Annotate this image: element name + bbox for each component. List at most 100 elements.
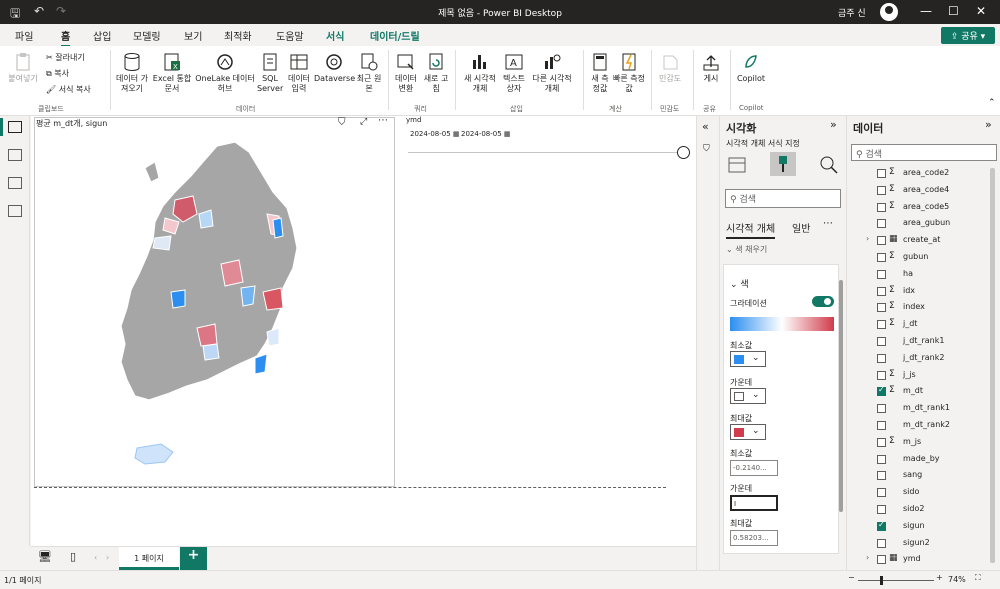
min-color-picker[interactable]: ⌄	[730, 351, 766, 367]
fit-page-icon[interactable]: ⛶	[975, 573, 981, 583]
collapse-data-icon[interactable]: »	[985, 118, 992, 131]
field-checkbox[interactable]	[877, 236, 886, 246]
field-checkbox[interactable]	[877, 471, 886, 481]
focus-mode-icon[interactable]: ⤢	[360, 117, 367, 127]
sql-server-button[interactable]: SQL Server	[257, 52, 283, 94]
report-view-icon[interactable]	[8, 121, 22, 133]
field-row[interactable]: Σj_dt	[850, 317, 990, 333]
filled-map-visual[interactable]	[34, 117, 395, 487]
more-options-icon[interactable]: ⋯	[378, 115, 388, 126]
field-checkbox[interactable]	[877, 169, 886, 178]
tab-file[interactable]: 파일	[15, 28, 33, 43]
tab-help[interactable]: 도움말	[276, 28, 304, 43]
field-row[interactable]: j_dt_rank2	[850, 351, 990, 367]
max-value-input[interactable]: 0.58203...	[730, 530, 778, 546]
zoom-out-icon[interactable]: −	[848, 573, 855, 582]
field-row[interactable]: Σarea_code2	[850, 166, 990, 182]
recent-sources-button[interactable]: 최근 원본	[356, 52, 382, 94]
onelake-button[interactable]: OneLake 데이터 허브	[194, 52, 256, 94]
tab-visual[interactable]: 시각적 개체	[726, 220, 776, 239]
filter-icon[interactable]: ⛉	[338, 117, 346, 128]
mid-color-picker[interactable]: ⌄	[730, 388, 766, 404]
field-checkbox[interactable]	[877, 353, 886, 363]
tab-home[interactable]: 홈	[61, 28, 71, 47]
desktop-layout-icon[interactable]: 🖥	[38, 550, 52, 563]
field-checkbox[interactable]	[877, 219, 886, 229]
field-row[interactable]: Σm_js	[850, 435, 990, 451]
zoom-in-icon[interactable]: +	[936, 573, 943, 582]
add-page-button[interactable]: +	[180, 547, 207, 570]
field-checkbox[interactable]	[877, 202, 886, 212]
field-row[interactable]: sigun	[850, 519, 990, 535]
field-row[interactable]: sido	[850, 485, 990, 501]
filters-pane-collapsed[interactable]: « ⛉	[696, 116, 718, 570]
zoom-slider[interactable]	[858, 580, 934, 581]
close-icon[interactable]: ✕	[976, 4, 986, 18]
field-row[interactable]: made_by	[850, 452, 990, 468]
viz-scrollbar[interactable]	[839, 280, 843, 512]
field-checkbox[interactable]	[877, 253, 886, 262]
sensitivity-button[interactable]: 민감도	[655, 52, 685, 84]
avatar[interactable]	[880, 3, 898, 21]
calendar-icon[interactable]: ▦	[504, 130, 511, 138]
chevron-right-icon[interactable]: ›	[866, 234, 869, 243]
field-checkbox[interactable]	[877, 269, 886, 279]
tab-view[interactable]: 보기	[184, 28, 202, 43]
field-row[interactable]: Σm_dt	[850, 384, 990, 400]
field-checkbox[interactable]	[877, 538, 886, 548]
format-painter-button[interactable]: 🖌 서식 복사	[46, 84, 91, 95]
field-checkbox[interactable]	[877, 370, 886, 380]
field-row[interactable]: › ▦ ymd	[850, 552, 990, 568]
field-row[interactable]: Σgubun	[850, 250, 990, 266]
collapse-viz-icon[interactable]: »	[830, 118, 837, 131]
maximize-icon[interactable]: ☐	[948, 4, 959, 18]
new-visual-button[interactable]: 새 시각적 개체	[460, 52, 500, 94]
paste-button[interactable]: 붙여넣기	[6, 52, 40, 84]
zoom-slider-thumb[interactable]	[880, 576, 883, 585]
max-color-picker[interactable]: ⌄	[730, 424, 766, 440]
quick-measure-button[interactable]: 빠른 측정값	[612, 52, 646, 94]
build-visual-tab[interactable]	[726, 154, 748, 176]
refresh-button[interactable]: 새로 고침	[423, 52, 449, 94]
get-data-button[interactable]: 데이터 가져오기	[114, 52, 150, 94]
prev-page-icon[interactable]: ‹	[94, 553, 97, 562]
more-visuals-button[interactable]: 다른 시각적 개체	[528, 52, 576, 94]
format-visual-tab[interactable]	[770, 152, 796, 176]
field-row[interactable]: Σindex	[850, 300, 990, 316]
tab-optimize[interactable]: 최적화	[224, 28, 252, 43]
field-row[interactable]: › ▦ create_at	[850, 233, 990, 249]
field-checkbox[interactable]	[877, 320, 886, 330]
tab-general[interactable]: 일반	[792, 220, 810, 235]
data-scrollbar[interactable]	[990, 168, 995, 563]
textbox-button[interactable]: A 텍스트 상자	[500, 52, 528, 94]
analytics-tab[interactable]	[818, 154, 840, 176]
field-row[interactable]: m_dt_rank1	[850, 401, 990, 417]
table-view-icon[interactable]	[8, 149, 22, 161]
viz-search-input[interactable]: ⚲ 검색	[725, 189, 841, 208]
model-view-icon[interactable]	[8, 177, 22, 189]
field-row[interactable]: area_gubun	[850, 216, 990, 232]
field-row[interactable]: sido2	[850, 502, 990, 518]
data-search-input[interactable]: ⚲ 검색	[851, 144, 997, 161]
field-row[interactable]: sigun2	[850, 536, 990, 552]
calendar-icon[interactable]: ▦	[453, 130, 460, 138]
field-checkbox[interactable]	[877, 385, 886, 397]
fill-colors-section[interactable]: ⌄ 색 채우기	[726, 244, 767, 255]
field-row[interactable]: Σj_js	[850, 368, 990, 384]
field-checkbox[interactable]	[877, 488, 886, 498]
expand-icon[interactable]: «	[702, 120, 709, 133]
dax-query-view-icon[interactable]	[8, 205, 22, 217]
tab-insert[interactable]: 삽입	[93, 28, 111, 43]
publish-button[interactable]: 게시	[697, 52, 725, 84]
field-checkbox[interactable]	[877, 286, 886, 296]
field-row[interactable]: Σarea_code4	[850, 183, 990, 199]
field-checkbox[interactable]	[877, 520, 886, 531]
collapse-ribbon-icon[interactable]: ⌃	[988, 98, 996, 108]
field-checkbox[interactable]	[877, 454, 886, 464]
next-page-icon[interactable]: ›	[106, 553, 109, 562]
field-checkbox[interactable]	[877, 337, 886, 346]
tab-data-drill[interactable]: 데이터/드릴	[370, 28, 420, 43]
minimize-icon[interactable]: —	[920, 4, 932, 18]
share-button[interactable]: ⇪ 공유 ▾	[941, 27, 995, 44]
min-value-input[interactable]: -0.2140...	[730, 460, 778, 476]
